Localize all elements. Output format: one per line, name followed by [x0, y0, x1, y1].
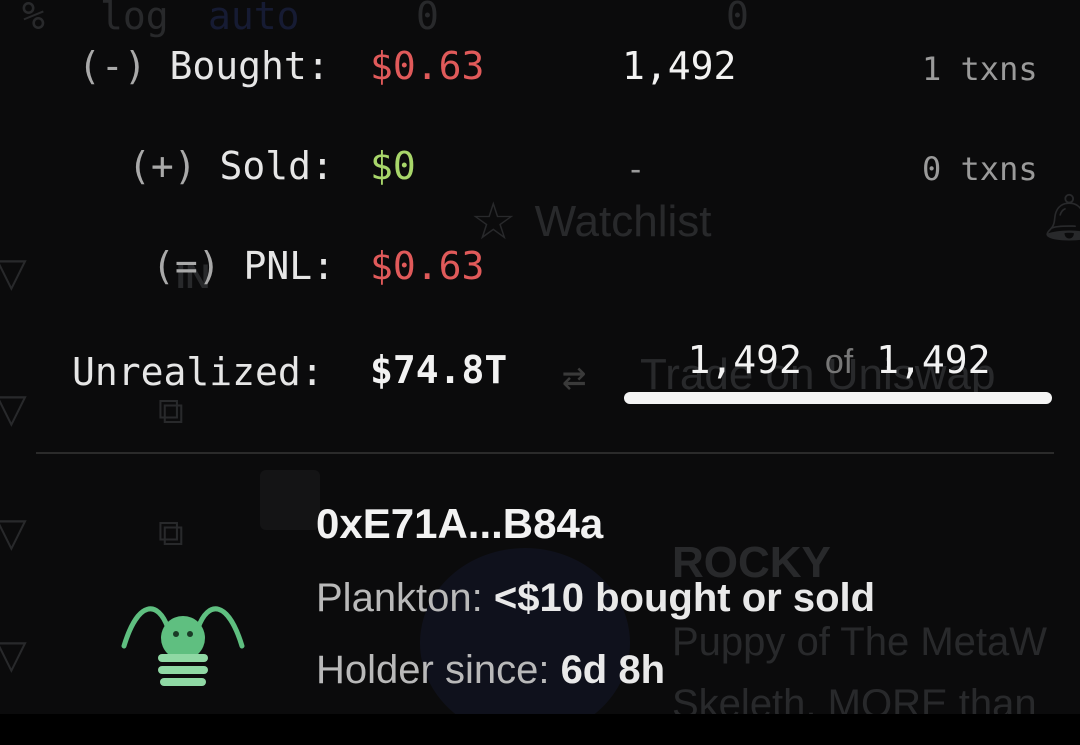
sold-amount: - [626, 150, 646, 188]
tier-label: Plankton: [316, 576, 483, 620]
holder-since: Holder since: 6d 8h [316, 648, 665, 693]
tier-desc: <$10 bought or sold [493, 576, 876, 620]
filter-icon[interactable]: ▽ [0, 250, 27, 296]
bought-value: $0.63 [370, 44, 485, 88]
pnl-row: (=) PNL: [152, 244, 335, 288]
bell-icon[interactable]: 🔔︎ [1040, 190, 1080, 245]
bought-txns: 1 txns [922, 50, 1038, 88]
unrealized-value: $74.8T [370, 348, 508, 392]
sold-label: Sold: [219, 144, 334, 188]
holdings-ratio: 1,492 of 1,492 [624, 338, 1054, 382]
percent-toggle[interactable]: % [22, 0, 45, 38]
watchlist-button[interactable]: ☆ Watchlist [470, 192, 711, 252]
held-amount: 1,492 [687, 338, 802, 382]
log-toggle[interactable]: log [100, 0, 169, 38]
bg-thumbnail [260, 470, 320, 530]
filter-icon[interactable]: ▽ [0, 386, 27, 432]
since-value: 6d 8h [560, 648, 666, 692]
external-link-icon[interactable]: ⧉ [158, 512, 184, 555]
divider [36, 452, 1054, 454]
total-amount: 1,492 [876, 338, 991, 382]
since-label: Holder since: [316, 648, 550, 692]
bg-value-2: 0 [726, 0, 749, 38]
bought-amount: 1,492 [622, 44, 737, 88]
sold-sign: (+) [128, 144, 197, 188]
holdings-progress-bar [624, 392, 1052, 404]
plankton-icon [121, 606, 245, 686]
bought-label: Bought: [169, 44, 330, 88]
holder-tier: Plankton: <$10 bought or sold [316, 576, 875, 621]
unrealized-label: Unrealized: [72, 350, 324, 394]
sold-txns: 0 txns [922, 150, 1038, 188]
pnl-value: $0.63 [370, 244, 485, 288]
bought-sign: (-) [78, 44, 147, 88]
swap-arrows-icon: ⇄ [562, 354, 587, 400]
bg-value-1: 0 [416, 0, 439, 38]
sold-value: $0 [370, 144, 416, 188]
auto-toggle[interactable]: auto [208, 0, 300, 38]
bottom-bar [0, 714, 1080, 745]
sold-row: (+) Sold: [128, 144, 334, 188]
pnl-sign: (=) [152, 244, 221, 288]
external-link-icon[interactable]: ⧉ [158, 390, 184, 433]
star-icon: ☆ [470, 193, 517, 251]
wallet-address[interactable]: 0xE71A...B84a [316, 500, 603, 548]
filter-icon[interactable]: ▽ [0, 632, 27, 678]
watchlist-label: Watchlist [534, 197, 712, 246]
pnl-label: PNL: [243, 244, 336, 288]
of-word: of [824, 343, 854, 381]
bought-row: (-) Bought: [78, 44, 330, 88]
token-desc-1: Puppy of The MetaW [672, 620, 1047, 664]
filter-icon[interactable]: ▽ [0, 510, 27, 556]
holdings-progress-fill [624, 392, 1052, 404]
